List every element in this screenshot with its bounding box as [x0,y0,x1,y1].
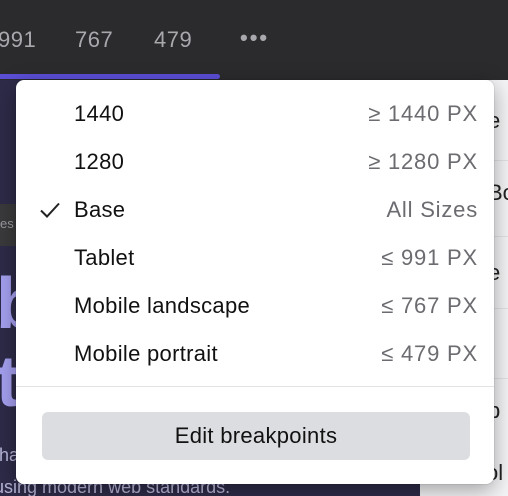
breadcrumb-fragment: es [0,216,14,231]
breakpoint-option-mobile-portrait[interactable]: Mobile portrait ≤ 479 PX [16,330,494,378]
breakpoint-tab-479[interactable]: 479 [154,26,192,54]
more-breakpoints-button[interactable]: ••• [240,26,269,54]
option-range: ≥ 1280 PX [368,149,478,174]
breakpoint-tab-991[interactable]: 991 [0,26,36,54]
breakpoint-option-mobile-landscape[interactable]: Mobile landscape ≤ 767 PX [16,282,494,330]
option-label: 1280 [74,149,125,174]
option-label: 1440 [74,101,125,126]
option-label: Mobile portrait [74,341,218,366]
option-label: Base [74,197,126,222]
option-range: ≤ 991 PX [381,245,478,270]
option-range: ≤ 767 PX [381,293,478,318]
breakpoint-option-1280[interactable]: 1280 ≥ 1280 PX [16,138,494,186]
option-range: ≥ 1440 PX [368,101,478,126]
checkmark-icon [40,202,60,218]
active-breakpoint-indicator [0,74,220,79]
breakpoint-toolbar: 991 767 479 ••• [0,0,508,80]
option-label: Tablet [74,245,135,270]
breakpoint-option-1440[interactable]: 1440 ≥ 1440 PX [16,90,494,138]
edit-breakpoints-button[interactable]: Edit breakpoints [42,412,470,460]
option-range: All Sizes [386,197,478,222]
breakpoint-option-tablet[interactable]: Tablet ≤ 991 PX [16,234,494,282]
option-label: Mobile landscape [74,293,251,318]
option-range: ≤ 479 PX [381,341,478,366]
breakpoints-dropdown: 1440 ≥ 1440 PX 1280 ≥ 1280 PX Base All S… [16,80,494,484]
breakpoint-option-base[interactable]: Base All Sizes [16,186,494,234]
breakpoint-tab-767[interactable]: 767 [75,26,113,54]
menu-divider [16,386,494,387]
